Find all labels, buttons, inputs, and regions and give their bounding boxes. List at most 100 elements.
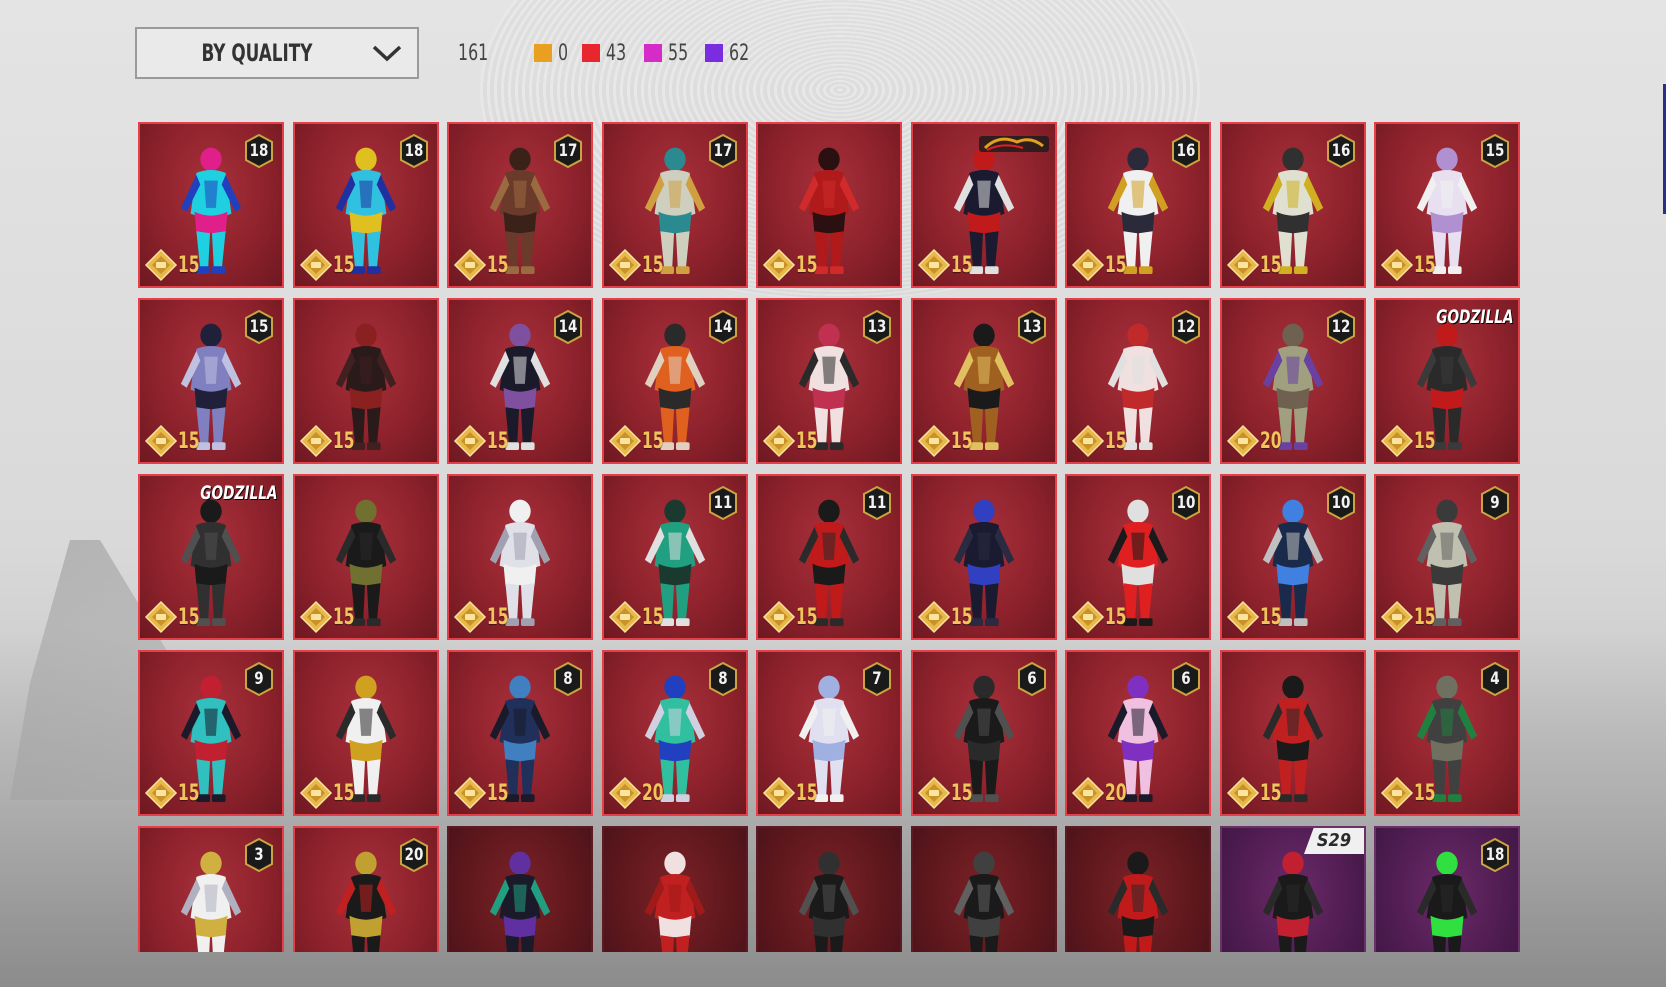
cost-tag: 15: [762, 248, 824, 282]
quality-stat-epic: 55: [643, 41, 693, 66]
gold-coin-icon: [762, 600, 796, 634]
cost-amount: 15: [1414, 428, 1436, 454]
count-badge: 15: [1480, 133, 1510, 169]
outfit-card[interactable]: 20: [293, 826, 439, 952]
gold-coin-icon: [1380, 600, 1414, 634]
outfit-card[interactable]: [911, 826, 1057, 952]
quality-swatch-legendary: [533, 44, 552, 62]
outfit-card[interactable]: 15 15: [1374, 122, 1520, 288]
cost-tag: 15: [453, 424, 515, 458]
count-badge: 11: [708, 485, 738, 521]
cost-amount: 15: [796, 780, 818, 806]
outfit-card[interactable]: GODZILLA 15: [138, 474, 284, 640]
outfit-card[interactable]: 8 20: [602, 650, 748, 816]
outfit-card[interactable]: 18 15: [138, 122, 284, 288]
quality-stat-rare: 62: [704, 41, 754, 66]
outfit-card[interactable]: 8 15: [447, 650, 593, 816]
cost-tag: 15: [608, 248, 670, 282]
cost-amount: 20: [1105, 780, 1127, 806]
outfit-card[interactable]: 11 15: [602, 474, 748, 640]
count-badge-value: 8: [563, 669, 573, 689]
outfit-card[interactable]: [447, 826, 593, 952]
gold-coin-icon: [144, 600, 178, 634]
cost-tag: 20: [1226, 424, 1288, 458]
outfit-card[interactable]: 16 15: [1065, 122, 1211, 288]
outfit-card[interactable]: 9 15: [138, 650, 284, 816]
count-badge: 14: [708, 309, 738, 345]
outfit-card[interactable]: 15: [911, 474, 1057, 640]
outfit-card[interactable]: 10 15: [1065, 474, 1211, 640]
cost-tag: 15: [1380, 776, 1442, 810]
cost-tag: 15: [917, 424, 979, 458]
outfit-card[interactable]: 15: [293, 298, 439, 464]
gold-coin-icon: [299, 424, 333, 458]
outfit-card[interactable]: 16 15: [1220, 122, 1366, 288]
cost-tag: 15: [299, 248, 361, 282]
outfit-card[interactable]: 9 15: [1374, 474, 1520, 640]
cost-tag: 15: [1380, 424, 1442, 458]
outfit-card[interactable]: [756, 826, 902, 952]
cost-amount: 15: [178, 252, 200, 278]
count-badge-value: 12: [1176, 317, 1196, 337]
outfit-card[interactable]: 15: [756, 122, 902, 288]
cost-amount: 15: [178, 428, 200, 454]
cost-tag: 15: [1380, 248, 1442, 282]
outfit-card[interactable]: 4 15: [1374, 650, 1520, 816]
cost-tag: 15: [1071, 248, 1133, 282]
outfit-card[interactable]: 15: [1220, 650, 1366, 816]
sort-dropdown[interactable]: BY QUALITY: [135, 27, 419, 79]
gold-coin-icon: [1071, 424, 1105, 458]
outfit-card[interactable]: 13 15: [756, 298, 902, 464]
outfit-card[interactable]: 15 15: [138, 298, 284, 464]
count-badge: 12: [1326, 309, 1356, 345]
gold-coin-icon: [453, 424, 487, 458]
outfit-card[interactable]: 6 15: [911, 650, 1057, 816]
outfit-card[interactable]: 17 15: [602, 122, 748, 288]
outfit-card[interactable]: 14 15: [447, 298, 593, 464]
count-badge: 13: [862, 309, 892, 345]
count-badge-value: 13: [1022, 317, 1042, 337]
cost-amount: 15: [1260, 252, 1282, 278]
count-badge: 18: [244, 133, 274, 169]
cost-amount: 20: [1260, 428, 1282, 454]
count-badge: 6: [1171, 661, 1201, 697]
outfit-card[interactable]: 11 15: [756, 474, 902, 640]
outfit-card[interactable]: 18: [1374, 826, 1520, 952]
count-badge-value: 10: [1176, 493, 1196, 513]
gold-coin-icon: [1226, 248, 1260, 282]
cost-amount: 15: [642, 604, 664, 630]
gold-coin-icon: [917, 248, 951, 282]
outfit-card[interactable]: 15: [293, 474, 439, 640]
outfit-card[interactable]: 6 20: [1065, 650, 1211, 816]
outfit-figure: [1107, 851, 1169, 952]
outfit-card[interactable]: 13 15: [911, 298, 1057, 464]
outfit-card[interactable]: 17 15: [447, 122, 593, 288]
outfit-card[interactable]: 10 15: [1220, 474, 1366, 640]
count-badge: 11: [862, 485, 892, 521]
outfit-card[interactable]: 18 15: [293, 122, 439, 288]
cost-tag: 15: [1226, 600, 1288, 634]
cost-amount: 15: [333, 604, 355, 630]
gold-coin-icon: [1226, 600, 1260, 634]
outfit-card[interactable]: 12 20: [1220, 298, 1366, 464]
cost-tag: 15: [1071, 424, 1133, 458]
outfit-card[interactable]: 3: [138, 826, 284, 952]
count-badge: 17: [708, 133, 738, 169]
outfit-card[interactable]: 14 15: [602, 298, 748, 464]
count-badge-value: 7: [872, 669, 882, 689]
cost-tag: 15: [917, 248, 979, 282]
outfit-card[interactable]: 12 15: [1065, 298, 1211, 464]
count-badge-value: 4: [1490, 669, 1500, 689]
quality-swatch-rare: [704, 44, 723, 62]
count-badge: 18: [399, 133, 429, 169]
outfit-card[interactable]: GODZILLA 15: [1374, 298, 1520, 464]
outfit-card[interactable]: 7 15: [756, 650, 902, 816]
outfit-card[interactable]: 15: [293, 650, 439, 816]
outfit-card[interactable]: S29: [1220, 826, 1366, 952]
outfit-card[interactable]: 15: [447, 474, 593, 640]
outfit-card[interactable]: [1065, 826, 1211, 952]
outfit-card[interactable]: [602, 826, 748, 952]
outfit-card[interactable]: 15: [911, 122, 1057, 288]
count-badge-value: 16: [1176, 141, 1196, 161]
count-badge-value: 18: [1485, 845, 1505, 865]
